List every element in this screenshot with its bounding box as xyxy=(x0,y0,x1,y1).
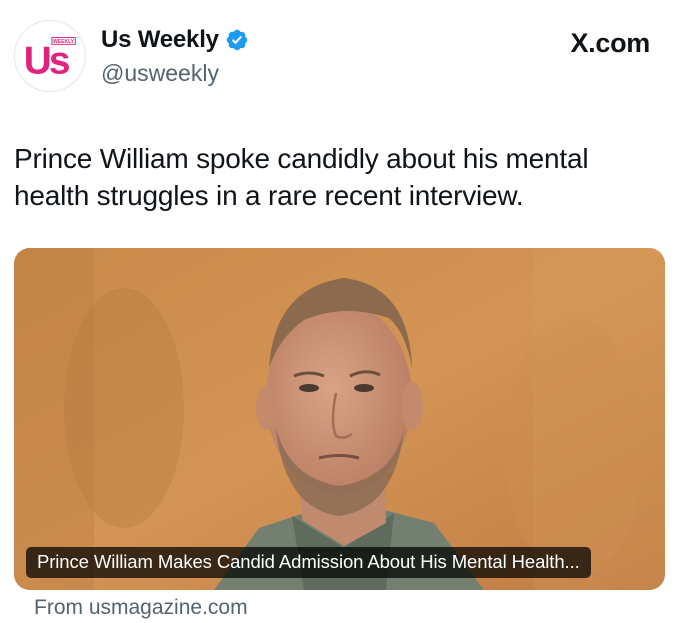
svg-text:Us: Us xyxy=(24,40,70,83)
article-photo xyxy=(14,248,665,590)
account-handle[interactable]: @usweekly xyxy=(101,60,219,87)
verified-badge-icon xyxy=(226,29,248,51)
svg-text:WEEKLY: WEEKLY xyxy=(53,39,75,45)
account-avatar[interactable]: Us WEEKLY xyxy=(14,20,86,92)
account-name-row[interactable]: Us Weekly xyxy=(101,26,249,54)
tweet-text: Prince William spoke candidly about his … xyxy=(14,143,589,211)
link-card[interactable]: Prince William Makes Candid Admission Ab… xyxy=(14,248,665,590)
link-card-title[interactable]: Prince William Makes Candid Admission Ab… xyxy=(26,547,591,578)
link-source[interactable]: From usmagazine.com xyxy=(34,596,248,620)
us-weekly-logo: Us WEEKLY xyxy=(24,37,76,83)
account-display-name[interactable]: Us Weekly xyxy=(101,26,219,54)
x-com-label[interactable]: X.com xyxy=(570,28,650,59)
